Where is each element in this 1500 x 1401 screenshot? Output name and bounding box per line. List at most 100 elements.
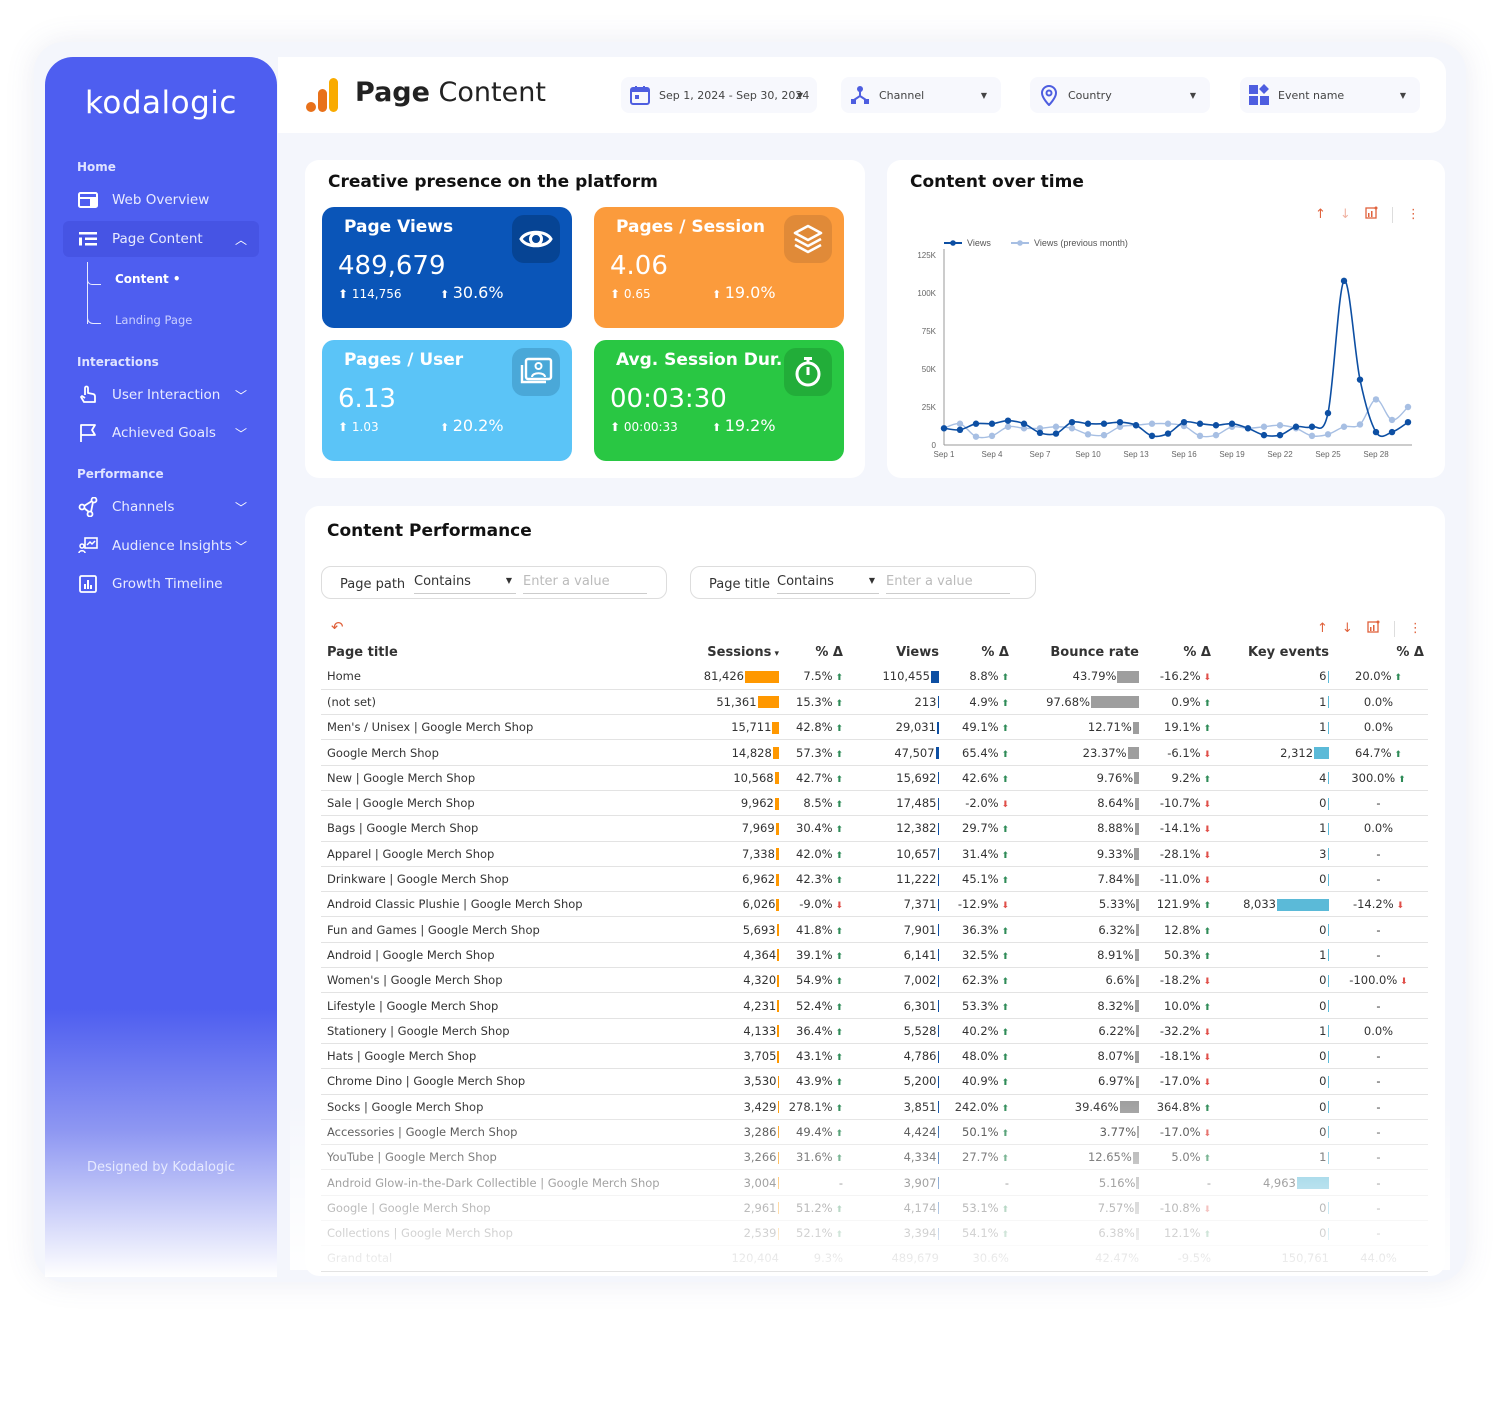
table-row[interactable]: Google Merch Shop 14,828 57.3% ⬆ 47,507 65.4… [321,739,1428,766]
kpi-change-pct: ⬆ 30.6% [440,283,504,302]
table-cell: 278.1% ⬆ [783,1094,847,1120]
arrow-up-icon: ⬆ [998,724,1009,735]
table-row[interactable]: Android Classic Plushie | Google Merch S… [321,891,1428,918]
chevron-down-icon[interactable]: ﹀ [235,538,247,555]
column-header[interactable]: % Δ [1143,640,1215,664]
table-row[interactable]: Drinkware | Google Merch Shop 6,962 42.3% … [321,866,1428,893]
more-options-icon[interactable]: ⋮ [1409,621,1422,636]
table-row[interactable]: Stationery | Google Merch Shop 4,133 36.4%… [321,1018,1428,1044]
cell-value: 54.1% [962,1226,999,1241]
cell-value: 53.3% [962,998,999,1013]
table-cell: 97.68% [1013,689,1143,716]
table-row[interactable]: Apparel | Google Merch Shop 7,338 42.0% ⬆ 1… [321,841,1428,867]
cell-value: 2,961 [743,1200,777,1215]
page-title-value-input[interactable]: Enter a value [886,574,1010,594]
chevron-down-icon[interactable]: ﹀ [235,499,247,516]
table-row[interactable]: Android Glow-in-the-Dark Collectible | G… [321,1169,1428,1196]
column-header[interactable]: % Δ [783,640,847,664]
table-row[interactable]: Bags | Google Merch Shop 7,969 30.4% ⬆ 12,3… [321,815,1428,842]
table-row[interactable]: Socks | Google Merch Shop 3,429 278.1% ⬆ 3,… [321,1094,1428,1120]
table-row[interactable]: Hats | Google Merch Shop 3,705 43.1% ⬆ 4,78… [321,1043,1428,1070]
sidebar-item-growth-timeline[interactable]: Growth Timeline [63,566,259,602]
column-header[interactable]: Views [847,640,943,664]
chevron-up-icon[interactable]: ︿ [235,231,247,248]
reset-icon[interactable]: ↶ [331,618,344,636]
kpi-page-views: Page Views 489,679 ⬆ 114,756 ⬆ 30.6% [322,207,572,328]
arrow-up-icon: ⬆ [1391,749,1402,760]
table-row[interactable]: Chrome Dino | Google Merch Shop 3,530 43.9… [321,1068,1428,1095]
column-header[interactable]: Sessions ▾ [695,640,783,664]
table-row[interactable]: New | Google Merch Shop 10,568 42.7% ⬆ 15,6… [321,765,1428,791]
cell-value: -9.5% [1177,1251,1211,1266]
column-header[interactable]: % Δ [943,640,1013,664]
table-row[interactable]: Collections | Google Merch Shop 2,539 52.1… [321,1220,1428,1247]
sidebar-section-home: Home [77,160,116,174]
date-range-filter[interactable]: Sep 1, 2024 - Sep 30, 2024 ▼ [621,77,817,113]
page-path-value-input[interactable]: Enter a value [523,574,647,594]
data-point [1308,432,1316,440]
data-point [988,420,996,427]
arrow-up-icon: ⬆ [832,1078,843,1089]
table-row[interactable]: Home 81,426 7.5% ⬆ 110,455 8.8% ⬆ 43.79% -16.2… [321,664,1428,690]
sidebar-subitem-content[interactable]: Content • [115,272,181,286]
sidebar-subitem-landing-page[interactable]: Landing Page [115,313,192,327]
data-bar [937,848,939,861]
table-row[interactable]: Sale | Google Merch Shop 9,962 8.5% ⬆ 17,48… [321,790,1428,817]
table-row[interactable]: Android | Google Merch Shop 4,364 39.1% ⬆ 6… [321,942,1428,969]
table-row[interactable]: Google | Google Merch Shop 2,961 51.2% ⬆ 4,… [321,1195,1428,1222]
column-header-label: Page title [327,644,398,660]
cell-value: 44.0% [1360,1251,1397,1266]
sidebar-item-web-overview[interactable]: Web Overview [63,182,259,218]
cell-value: 23.37% [1082,745,1127,760]
cell-value: 27.7% [962,1150,999,1165]
chevron-down-icon[interactable]: ﹀ [235,425,247,442]
table-cell: 10,568 [695,765,783,791]
table-row[interactable]: (not set) 51,361 15.3% ⬆ 213 4.9% ⬆ 97.68% 0.9… [321,689,1428,716]
column-header[interactable]: Bounce rate [1013,640,1143,664]
cell-value: 20.0% [1355,669,1392,684]
table-row[interactable]: Fun and Games | Google Merch Shop 5,693 41… [321,916,1428,943]
table-cell: (not set) [321,689,695,716]
table-row[interactable]: Accessories | Google Merch Shop 3,286 49.4… [321,1119,1428,1146]
column-header[interactable]: % Δ [1333,640,1428,664]
table-row[interactable]: Men's / Unisex | Google Merch Shop 15,711… [321,714,1428,741]
table-cell: 8.5% ⬆ [783,790,847,817]
column-header[interactable]: Page title [321,640,695,664]
arrow-up-icon: ⬆ [1200,724,1211,735]
arrow-up-icon: ⬆ [1395,774,1406,785]
table-row[interactable]: Lifestyle | Google Merch Shop 4,231 52.4% … [321,992,1428,1019]
column-header[interactable]: Key events [1215,640,1333,664]
sidebar-item-achieved-goals[interactable]: Achieved Goals ﹀ [63,415,259,451]
sort-ascending-icon[interactable]: ↑ [1317,621,1328,636]
sidebar-section-performance: Performance [77,467,164,481]
cell-value: 10,657 [896,846,937,861]
sidebar-item-page-content[interactable]: Page Content ︿ [63,221,259,257]
data-bar [1327,797,1329,810]
event-name-filter[interactable]: Event name ▼ [1240,77,1420,113]
country-filter[interactable]: Country ▼ [1030,77,1210,113]
table-cell: 0.0% [1333,714,1428,741]
table-cell: 7,901 [847,916,943,943]
data-point [1292,423,1300,430]
chart-settings-icon[interactable] [1367,620,1380,637]
table-cell: 9.3% [783,1245,847,1272]
logo: kodalogic [85,85,237,121]
channel-filter[interactable]: Channel ▼ [841,77,1001,113]
data-bar [937,1000,939,1012]
sort-descending-icon[interactable]: ↓ [1342,621,1353,636]
cell-value: 7.84% [1097,872,1135,887]
page-title-operator-select[interactable]: Contains ▼ [777,574,879,594]
sidebar-item-audience-insights[interactable]: Audience Insights ﹀ [63,528,259,564]
cell-value: Women's | Google Merch Shop [327,973,503,988]
data-point [1148,420,1156,427]
sidebar-item-user-interaction[interactable]: User Interaction ﹀ [63,377,259,413]
chevron-down-icon[interactable]: ﹀ [235,387,247,404]
grand-total-row[interactable]: Grand total 120,404 9.3% 489,679 30.6% 42.47%… [321,1245,1428,1272]
table-cell: 0 [1215,790,1333,817]
table-row[interactable]: YouTube | Google Merch Shop 3,266 31.6% ⬆ 4… [321,1144,1428,1171]
data-point [1084,431,1092,438]
table-row[interactable]: Women's | Google Merch Shop 4,320 54.9% ⬆ 7… [321,967,1428,994]
page-path-operator-select[interactable]: Contains ▼ [414,574,516,594]
data-bar [757,696,779,709]
sidebar-item-channels[interactable]: Channels ﹀ [63,489,259,525]
